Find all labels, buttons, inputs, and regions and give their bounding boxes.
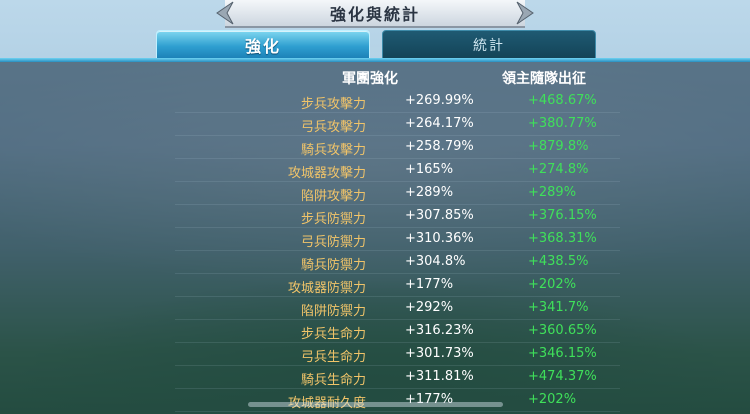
stat-label: 步兵防禦力 [300,212,366,227]
stat-row: 弓兵防禦力 +310.36% +368.31% [0,228,750,251]
army-bonus-value: +311.81% [405,369,474,384]
army-bonus-value: +301.73% [405,346,474,361]
stat-row: 騎兵生命力 +311.81% +474.37% [0,366,750,389]
column-header-lord: 領主隨隊出征 [502,71,586,87]
army-bonus-value: +292% [405,300,454,315]
stat-label: 攻城器攻擊力 [287,166,366,181]
stats-list[interactable]: 步兵攻擊力 +269.99% +468.67% 弓兵攻擊力 +264.17% +380.7… [0,90,750,412]
stat-label: 步兵生命力 [300,327,366,342]
stat-row: 步兵防禦力 +307.85% +376.15% [0,205,750,228]
lord-bonus-value: +346.15% [528,346,597,361]
army-bonus-value: +310.36% [405,231,474,246]
lord-bonus-value: +368.31% [528,231,597,246]
tab-enhance[interactable]: 強化 [156,30,370,60]
lord-bonus-value: +289% [528,185,577,200]
tab-enhance-label: 強化 [244,37,281,56]
stat-row: 步兵生命力 +316.23% +360.65% [0,320,750,343]
lord-bonus-value: +879.8% [528,139,589,154]
row-divider [175,411,620,412]
lord-bonus-value: +274.8% [528,162,589,177]
stat-label: 攻城器防禦力 [287,281,366,296]
lord-bonus-value: +438.5% [528,254,589,269]
stat-label: 弓兵生命力 [300,350,366,365]
stat-label: 騎兵生命力 [300,373,366,388]
army-bonus-value: +264.17% [405,116,474,131]
tab-statistics-label: 統計 [473,38,505,54]
column-header-army: 軍團強化 [342,71,398,87]
stat-row: 弓兵生命力 +301.73% +346.15% [0,343,750,366]
stat-label: 陷阱防禦力 [300,304,366,319]
lord-bonus-value: +341.7% [528,300,589,315]
lord-bonus-value: +474.37% [528,369,597,384]
stat-label: 步兵攻擊力 [300,97,366,112]
stat-label: 騎兵攻擊力 [300,143,366,158]
stat-row: 步兵攻擊力 +269.99% +468.67% [0,90,750,113]
stat-row: 攻城器耐久度 +177% +202% [0,389,750,412]
lord-bonus-value: +202% [528,392,577,407]
army-bonus-value: +304.8% [405,254,466,269]
stat-label: 弓兵攻擊力 [300,120,366,135]
tab-statistics[interactable]: 統計 [382,30,596,60]
lord-bonus-value: +360.65% [528,323,597,338]
army-bonus-value: +165% [405,162,454,177]
lord-bonus-value: +202% [528,277,577,292]
stat-label: 弓兵防禦力 [300,235,366,250]
stat-row: 騎兵攻擊力 +258.79% +879.8% [0,136,750,159]
stat-label: 騎兵防禦力 [300,258,366,273]
stat-label: 陷阱攻擊力 [300,189,366,204]
lord-bonus-value: +468.67% [528,93,597,108]
chevron-left-icon [216,1,234,25]
title-banner: 強化與統計 [216,0,534,28]
lord-bonus-value: +380.77% [528,116,597,131]
army-bonus-value: +258.79% [405,139,474,154]
stat-row: 弓兵攻擊力 +264.17% +380.77% [0,113,750,136]
army-bonus-value: +316.23% [405,323,474,338]
chevron-right-icon [516,1,534,25]
army-bonus-value: +307.85% [405,208,474,223]
army-bonus-value: +269.99% [405,93,474,108]
army-bonus-value: +289% [405,185,454,200]
scroll-indicator[interactable] [248,402,503,407]
page-title: 強化與統計 [329,5,420,24]
stat-row: 騎兵防禦力 +304.8% +438.5% [0,251,750,274]
army-bonus-value: +177% [405,277,454,292]
stat-row: 陷阱防禦力 +292% +341.7% [0,297,750,320]
stat-row: 攻城器攻擊力 +165% +274.8% [0,159,750,182]
lord-bonus-value: +376.15% [528,208,597,223]
stat-row: 攻城器防禦力 +177% +202% [0,274,750,297]
stat-row: 陷阱攻擊力 +289% +289% [0,182,750,205]
